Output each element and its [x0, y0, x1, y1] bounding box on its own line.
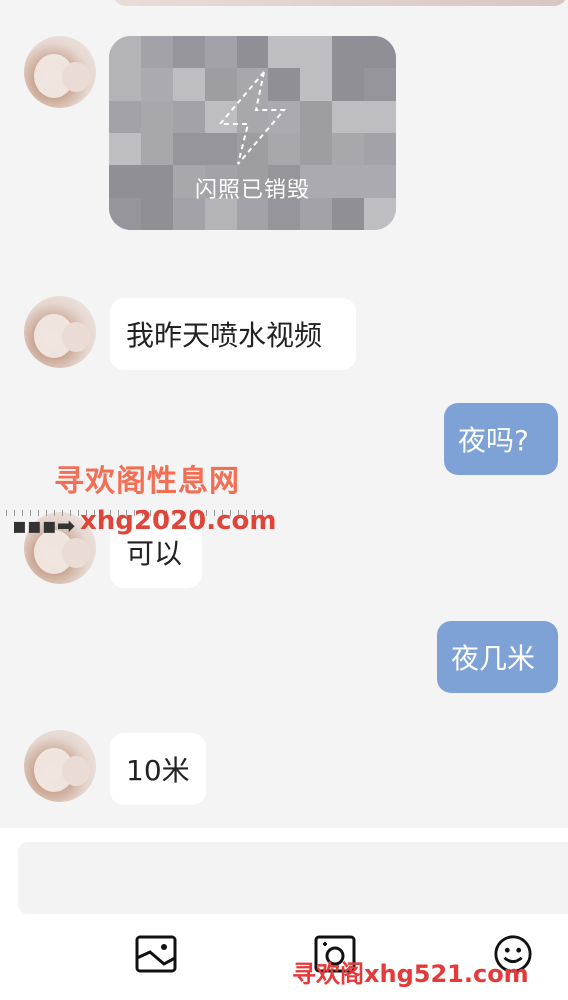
mosaic-tile	[364, 100, 396, 133]
message-text: 我昨天喷水视频	[126, 319, 323, 352]
mosaic-tile	[300, 36, 333, 69]
message-bubble-outgoing[interactable]: 夜吗?	[444, 403, 558, 475]
avatar[interactable]	[24, 730, 96, 802]
image-icon[interactable]	[134, 934, 178, 974]
mosaic-tile	[332, 36, 365, 69]
avatar[interactable]	[24, 36, 96, 108]
watermark-bottom: 寻欢阁xhg521.com	[292, 954, 529, 989]
mosaic-tile	[364, 36, 396, 69]
mosaic-tile	[140, 132, 173, 166]
message-text: 可以	[126, 537, 183, 570]
mosaic-tile	[109, 68, 141, 101]
avatar[interactable]	[24, 296, 96, 368]
mosaic-tile	[109, 132, 141, 166]
mosaic-tile	[236, 36, 269, 69]
message-text: 夜吗?	[458, 424, 529, 457]
mosaic-tile	[300, 100, 333, 133]
mosaic-tile	[268, 36, 301, 69]
watermark-url: xhg2020.com	[80, 506, 277, 536]
mosaic-tile	[140, 100, 173, 133]
mosaic-tile	[204, 36, 237, 69]
mosaic-tile	[364, 132, 396, 166]
message-text: 夜几米	[451, 642, 536, 675]
previous-image-edge	[112, 0, 568, 6]
mosaic-tile	[300, 68, 333, 101]
mosaic-tile	[172, 68, 205, 101]
watermark-bottom-name: 寻欢阁	[292, 960, 364, 988]
mosaic-tile	[140, 36, 173, 69]
message-bubble-outgoing[interactable]: 夜几米	[437, 621, 558, 693]
arrow-right-icon: ▪▪▪➡	[12, 514, 76, 539]
mosaic-tile	[332, 132, 365, 166]
mosaic-tile	[172, 36, 205, 69]
watermark-site-name: 寻欢阁性息网	[54, 464, 240, 499]
mosaic-tile	[140, 68, 173, 101]
mosaic-tile	[172, 100, 205, 133]
mosaic-tile	[172, 132, 205, 166]
flash-destroyed-label: 闪照已销毁	[194, 178, 310, 203]
watermark-bottom-url: xhg521.com	[364, 960, 529, 988]
mosaic-tile	[364, 68, 396, 101]
message-bubble-incoming[interactable]: 10米	[110, 733, 206, 805]
mosaic-tile	[332, 68, 365, 101]
message-bubble-incoming[interactable]: 我昨天喷水视频	[110, 298, 356, 370]
mosaic-tile	[332, 100, 365, 133]
mosaic-tile	[300, 132, 333, 166]
message-input[interactable]	[18, 842, 568, 914]
mosaic-tile	[109, 100, 141, 133]
lightning-icon	[217, 71, 287, 165]
message-text: 10米	[126, 754, 190, 787]
mosaic-tile	[109, 36, 141, 69]
